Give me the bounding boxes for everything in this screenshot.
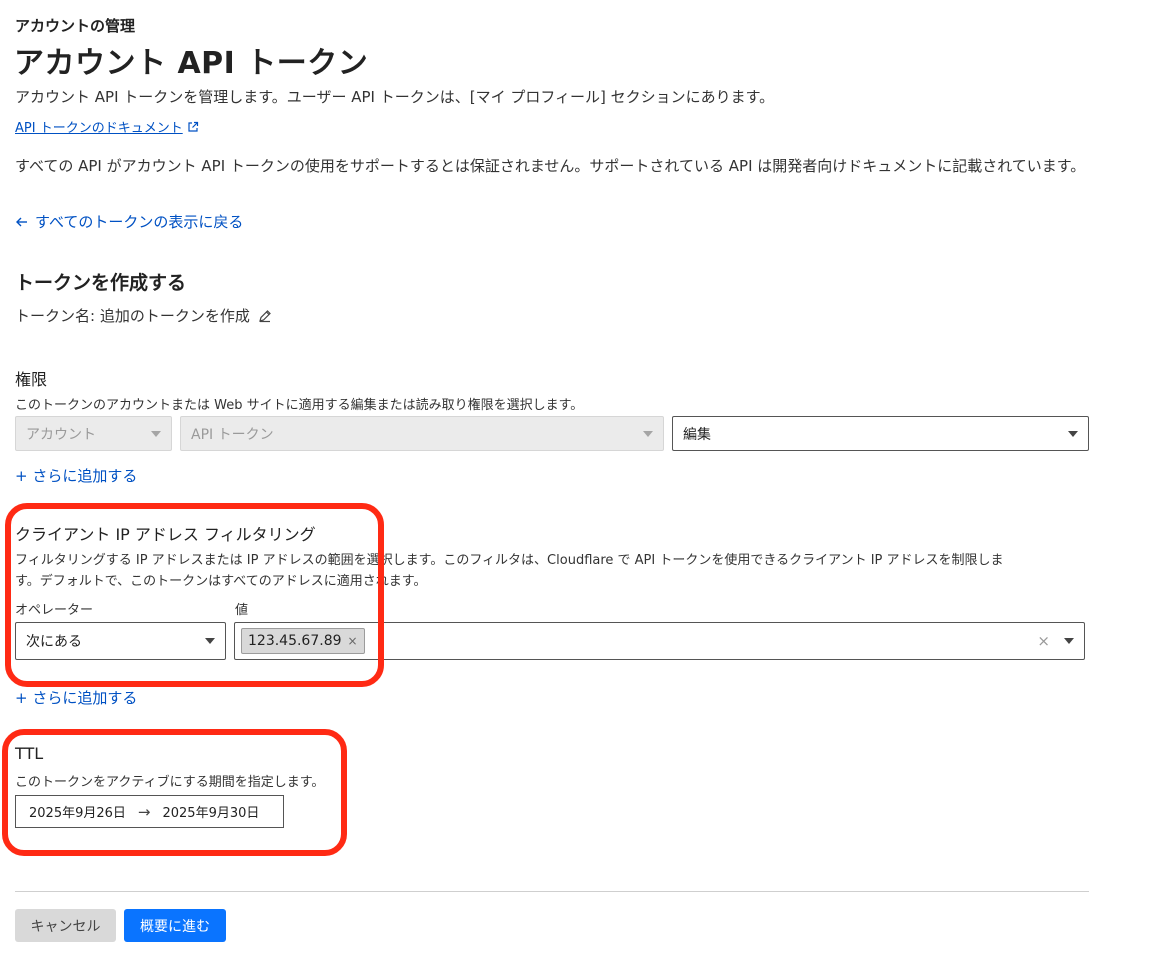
permissions-label: 権限 — [15, 370, 48, 389]
ttl-end-date[interactable]: 2025年9月30日 — [162, 802, 259, 821]
create-token-page: アカウントの管理 アカウント API トークン アカウント API トークンを管… — [0, 0, 1150, 964]
permission-scope-value: アカウント — [26, 426, 96, 443]
ttl-start-date[interactable]: 2025年9月26日 — [29, 802, 126, 821]
cancel-button[interactable]: キャンセル — [15, 909, 116, 942]
value-label: 値 — [235, 603, 249, 618]
add-ip-filter-link[interactable]: + さらに追加する — [15, 687, 137, 708]
chevron-down-icon — [1068, 431, 1078, 437]
ip-value-multiselect[interactable]: 123.45.67.89 × × — [234, 622, 1085, 660]
add-permission-link[interactable]: + さらに追加する — [15, 465, 137, 486]
ip-value-chip: 123.45.67.89 × — [241, 628, 365, 654]
operator-select[interactable]: 次にある — [15, 622, 226, 660]
page-subtitle: アカウント API トークンを管理します。ユーザー API トークンは、[マイ … — [15, 88, 775, 106]
create-token-title: トークンを作成する — [15, 272, 187, 294]
back-to-tokens-label: すべてのトークンの表示に戻る — [35, 213, 244, 231]
chip-remove-icon[interactable]: × — [348, 634, 358, 648]
ip-filter-label: クライアント IP アドレス フィルタリング — [15, 525, 316, 544]
breadcrumb: アカウントの管理 — [15, 17, 136, 35]
ttl-highlight-box — [2, 729, 347, 856]
chevron-down-icon — [1064, 638, 1074, 644]
token-name-text: トークン名: 追加のトークンを作成 — [15, 307, 250, 325]
clear-icon[interactable]: × — [1037, 632, 1050, 650]
api-token-docs-link[interactable]: API トークンのドキュメント — [15, 117, 199, 136]
chevron-down-icon — [151, 431, 161, 437]
continue-to-summary-button[interactable]: 概要に進む — [124, 909, 226, 942]
permission-access-select[interactable]: 編集 — [672, 416, 1089, 451]
ip-filter-description-line2: す。デフォルトで、このトークンはすべてのアドレスに適用されます。 — [15, 574, 427, 589]
ip-value-chip-label: 123.45.67.89 — [248, 633, 342, 649]
ttl-label: TTL — [15, 744, 44, 763]
ttl-date-range-picker[interactable]: 2025年9月26日 → 2025年9月30日 — [15, 795, 284, 828]
operator-label: オペレーター — [15, 603, 94, 618]
permission-resource-select[interactable]: API トークン — [180, 416, 664, 451]
back-to-tokens-link[interactable]: すべてのトークンの表示に戻る — [15, 211, 243, 232]
footer-divider — [15, 891, 1089, 892]
permission-scope-select[interactable]: アカウント — [15, 416, 172, 451]
support-notice: すべての API がアカウント API トークンの使用をサポートするとは保証され… — [15, 157, 1086, 175]
arrow-left-icon — [16, 217, 27, 226]
permission-access-value: 編集 — [683, 426, 711, 443]
token-name: トークン名: 追加のトークンを作成 — [15, 305, 272, 326]
chevron-down-icon — [205, 638, 215, 644]
permissions-description: このトークンのアカウントまたは Web サイトに適用する編集または読み取り権限を… — [15, 398, 584, 413]
ttl-description: このトークンをアクティブにする期間を指定します。 — [15, 775, 325, 790]
operator-value: 次にある — [26, 634, 82, 650]
api-token-docs-link-label: API トークンのドキュメント — [15, 121, 183, 136]
pencil-edit-icon[interactable] — [258, 309, 272, 323]
page-title: アカウント API トークン — [14, 46, 369, 81]
permission-resource-value: API トークン — [191, 426, 274, 443]
external-link-icon — [188, 121, 198, 132]
arrow-right-icon: → — [137, 802, 151, 821]
ip-filter-description-line1: フィルタリングする IP アドレスまたは IP アドレスの範囲を選択します。この… — [15, 553, 1004, 568]
chevron-down-icon — [643, 431, 653, 437]
